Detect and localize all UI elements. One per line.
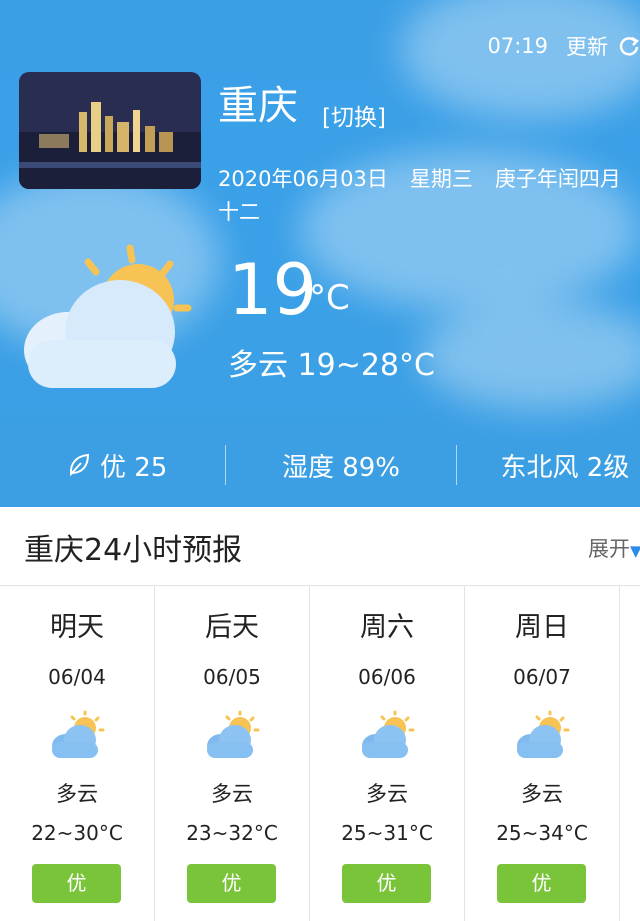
weekday: 星期三 — [409, 167, 473, 191]
forecast-day[interactable]: 周日 06/07 多云 25~34°C 优 — [465, 585, 620, 921]
day-temperature-range: 25~31°C — [341, 821, 433, 845]
day-temperature-range: 25~34°C — [496, 821, 588, 845]
aqi-stat: 优 25 — [0, 447, 225, 484]
refresh-icon[interactable] — [618, 35, 640, 57]
day-name: 周日 — [515, 612, 569, 643]
humidity-stat: 湿度 89% — [226, 447, 455, 484]
current-condition-range: 多云 19~28°C — [228, 348, 435, 383]
day-date: 06/06 — [358, 665, 416, 689]
day-name: 周六 — [360, 612, 414, 643]
partly-cloudy-icon — [52, 710, 105, 758]
day-temperature-range: 23~32°C — [186, 821, 278, 845]
partly-cloudy-icon — [24, 244, 192, 388]
aqi-badge: 优 — [32, 864, 121, 903]
partly-cloudy-icon — [207, 710, 260, 758]
aqi-badge: 优 — [342, 864, 431, 903]
forecast-day[interactable]: 明天 06/04 多云 22~30°C 优 — [0, 585, 155, 921]
partly-cloudy-icon — [517, 710, 570, 758]
top-bar: 07:19 更新 — [487, 30, 640, 62]
switch-city-link[interactable]: [切换] — [322, 98, 386, 132]
day-name: 明天 — [50, 612, 104, 643]
humidity-value: 湿度 89% — [281, 452, 400, 483]
expand-label: 展开 — [588, 537, 630, 561]
city-name: 重庆 — [218, 83, 298, 129]
forecast-day[interactable]: 周六 06/06 多云 25~31°C 优 — [310, 585, 465, 921]
partly-cloudy-icon — [362, 710, 415, 758]
chevron-down-icon: ▼ — [630, 542, 640, 560]
day-temperature-range: 22~30°C — [31, 821, 123, 845]
day-date: 06/04 — [48, 665, 106, 689]
current-temperature: 19 — [228, 249, 318, 331]
day-condition: 多云 — [56, 782, 98, 806]
temperature-unit: °C — [309, 278, 350, 318]
day-name: 后天 — [205, 612, 259, 643]
expand-button[interactable]: 展开▼ — [588, 533, 640, 563]
forecast-section: 重庆24小时预报 展开▼ 明天 06/04 多云 22~30°C 优 后天 06… — [0, 507, 640, 921]
aqi-badge: 优 — [187, 864, 276, 903]
leaf-icon — [69, 453, 90, 477]
aqi-value: 优 25 — [100, 452, 168, 483]
forecast-header: 重庆24小时预报 展开▼ — [0, 507, 640, 586]
update-button[interactable]: 更新 — [566, 31, 608, 61]
background-cloud — [420, 300, 640, 410]
date-line: 2020年06月03日 星期三 庚子年闰四月十二 — [218, 163, 638, 229]
wind-value: 东北风 2级 — [500, 452, 630, 483]
city-photo — [19, 72, 201, 189]
day-condition: 多云 — [211, 782, 253, 806]
day-condition: 多云 — [366, 782, 408, 806]
forecast-days[interactable]: 明天 06/04 多云 22~30°C 优 后天 06/05 多云 23~32°… — [0, 585, 640, 921]
forecast-day-partial — [620, 585, 640, 921]
day-date: 06/05 — [203, 665, 261, 689]
wind-stat: 东北风 2级 — [457, 447, 640, 484]
gregorian-date: 2020年06月03日 — [218, 167, 388, 191]
forecast-title: 重庆24小时预报 — [24, 533, 243, 568]
day-condition: 多云 — [521, 782, 563, 806]
update-time: 07:19 — [487, 34, 548, 58]
day-date: 06/07 — [513, 665, 571, 689]
aqi-badge: 优 — [497, 864, 586, 903]
forecast-day[interactable]: 后天 06/05 多云 23~32°C 优 — [155, 585, 310, 921]
weather-hero: 07:19 更新 重庆 [切换] 2020年06月03日 星期三 庚子年闰四月十二 — [0, 0, 640, 507]
stats-bar: 优 25 湿度 89% 东北风 2级 — [0, 440, 640, 490]
